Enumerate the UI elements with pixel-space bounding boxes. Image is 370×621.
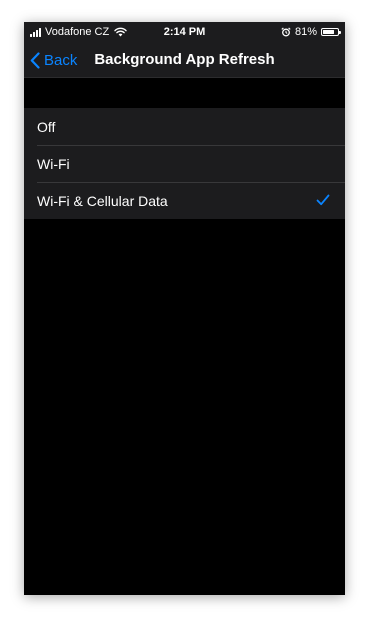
battery-fill [323, 30, 335, 34]
alarm-icon [281, 27, 291, 37]
refresh-options-list: Off Wi-Fi Wi-Fi & Cellular Data [24, 108, 345, 219]
battery-icon [321, 28, 341, 36]
phone-screen: Vodafone CZ 2:14 PM 81% Back Background … [24, 22, 345, 595]
battery-percent: 81% [294, 26, 317, 38]
page: Vodafone CZ 2:14 PM 81% Back Background … [0, 0, 370, 621]
option-off[interactable]: Off [24, 108, 345, 145]
section-spacer [24, 78, 345, 108]
battery-tip [339, 30, 341, 34]
option-label: Wi-Fi & Cellular Data [37, 192, 168, 209]
back-button[interactable]: Back [30, 42, 77, 78]
back-label: Back [44, 51, 78, 69]
chevron-left-icon [30, 51, 40, 69]
option-wifi[interactable]: Wi-Fi [24, 145, 345, 182]
checkmark-icon [316, 194, 330, 206]
option-wifi-cellular[interactable]: Wi-Fi & Cellular Data [24, 182, 345, 219]
navigation-bar: Back Background App Refresh [24, 42, 345, 78]
option-label: Wi-Fi [37, 155, 70, 172]
status-bar: Vodafone CZ 2:14 PM 81% [24, 22, 345, 42]
option-label: Off [37, 118, 56, 135]
status-right: 81% [281, 22, 341, 42]
